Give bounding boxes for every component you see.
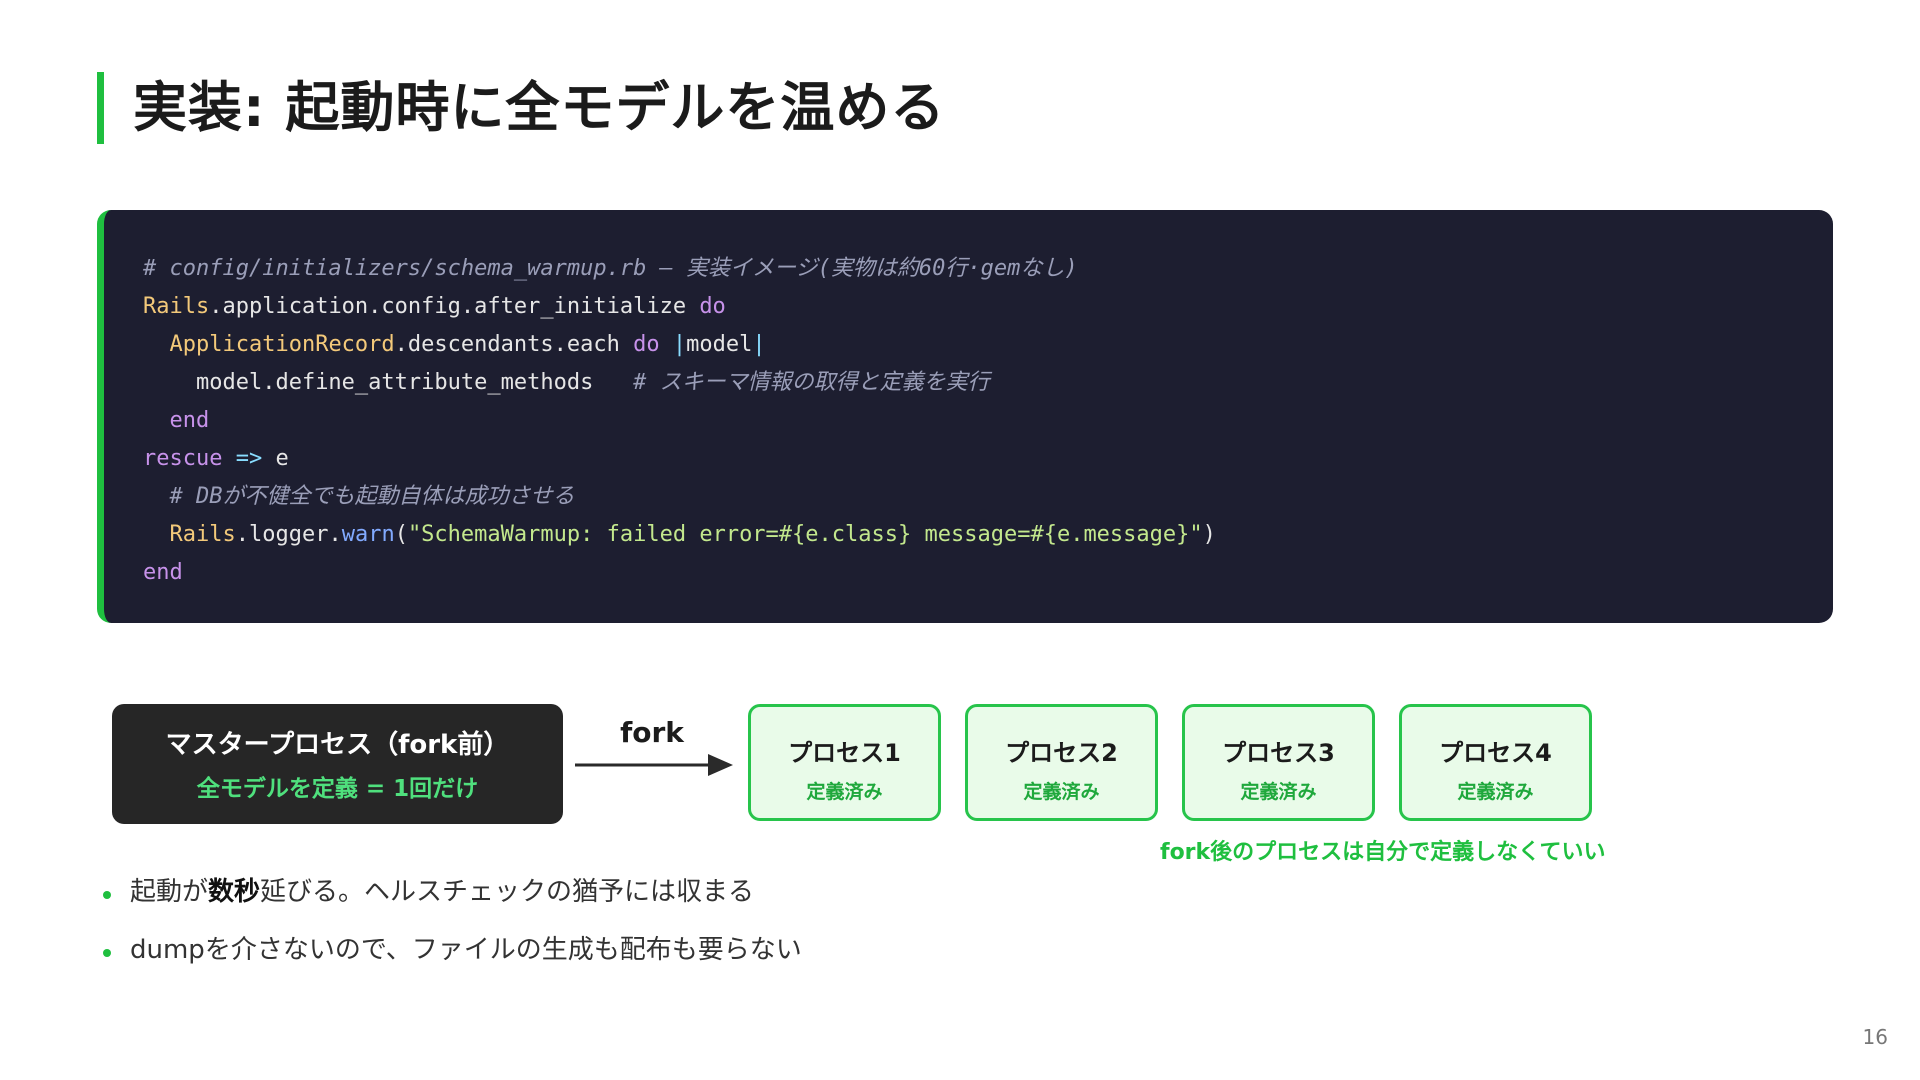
code-line-7: # DBが不健全でも起動自体は成功させる: [143, 484, 575, 509]
fork-label: fork: [620, 716, 684, 749]
bullet-list: 起動が数秒延びる。ヘルスチェックの猶予には収まる dumpを介さないので、ファイ…: [100, 870, 802, 986]
code-text: .descendants.each: [394, 332, 634, 357]
code-keyword: end: [143, 560, 183, 585]
process-box-4: プロセス4 定義済み: [1399, 704, 1592, 821]
code-keyword: do: [633, 332, 660, 357]
process-status: 定義済み: [1457, 781, 1534, 803]
code-keyword: do: [699, 294, 726, 319]
process-name: プロセス1: [788, 739, 901, 767]
code-operator: =>: [222, 446, 276, 471]
bullet-item: 起動が数秒延びる。ヘルスチェックの猶予には収まる: [100, 870, 802, 928]
code-variable: e: [275, 446, 289, 471]
code-line-6: rescue => e: [143, 446, 289, 471]
process-box-3: プロセス3 定義済み: [1182, 704, 1375, 821]
page-title: 実装: 起動時に全モデルを温める: [133, 76, 946, 139]
process-status: 定義済み: [806, 781, 883, 803]
fork-note: fork後のプロセスは自分で定義しなくていい: [1160, 840, 1606, 865]
code-line-4: model.define_attribute_methods # スキーマ情報の…: [143, 370, 990, 395]
code-constant: ApplicationRecord: [169, 332, 395, 357]
code-constant: Rails: [169, 522, 236, 547]
master-process-subtitle: 全モデルを定義 = 1回だけ: [196, 776, 479, 802]
code-line-2: Rails.application.config.after_initializ…: [143, 294, 726, 319]
process-name: プロセス4: [1439, 739, 1552, 767]
process-name: プロセス2: [1005, 739, 1118, 767]
process-box-1: プロセス1 定義済み: [748, 704, 941, 821]
code-comment: # DBが不健全でも起動自体は成功させる: [169, 484, 575, 509]
bullet-text: 延びる。ヘルスチェックの猶予には収まる: [260, 877, 755, 907]
page-number: 16: [1862, 1025, 1888, 1049]
process-name: プロセス3: [1222, 739, 1335, 767]
code-block: # config/initializers/schema_warmup.rb —…: [143, 250, 1216, 592]
code-paren: (: [394, 522, 408, 547]
title-accent-bar: [97, 72, 104, 144]
code-line-8: Rails.logger.warn("SchemaWarmup: failed …: [143, 522, 1216, 547]
code-keyword: end: [169, 408, 210, 433]
bullet-emphasis: 数秒: [208, 877, 261, 907]
code-line-1: # config/initializers/schema_warmup.rb —…: [143, 256, 1078, 281]
code-line-9: end: [143, 560, 183, 585]
process-status: 定義済み: [1240, 781, 1317, 803]
code-line-3: ApplicationRecord.descendants.each do |m…: [143, 332, 766, 357]
fork-arrow-icon: [575, 754, 733, 776]
code-pipe: |: [659, 332, 687, 357]
bullet-text: 起動が: [130, 877, 209, 907]
code-string: "SchemaWarmup: failed error=#{e.class} m…: [407, 522, 1203, 547]
process-box-2: プロセス2 定義済み: [965, 704, 1158, 821]
code-keyword: rescue: [143, 446, 223, 471]
code-pipe: |: [752, 332, 766, 357]
code-comment: # config/initializers/schema_warmup.rb —…: [143, 256, 1078, 281]
code-text: .logger.: [235, 522, 342, 547]
master-process-box: マスタープロセス（fork前） 全モデルを定義 = 1回だけ: [112, 704, 563, 824]
code-param: model: [686, 332, 753, 357]
code-text: .application.config.after_initialize: [209, 294, 700, 319]
code-comment: # スキーマ情報の取得と定義を実行: [633, 370, 990, 395]
code-text: model.define_attribute_methods: [195, 370, 634, 395]
bullet-item: dumpを介さないので、ファイルの生成も配布も要らない: [100, 928, 802, 986]
code-function: warn: [341, 522, 395, 547]
code-constant: Rails: [143, 294, 210, 319]
master-process-title: マスタープロセス（fork前）: [165, 730, 510, 760]
bullet-text: dumpを介さないので、ファイルの生成も配布も要らない: [130, 935, 802, 965]
code-card: # config/initializers/schema_warmup.rb —…: [97, 210, 1833, 623]
code-line-5: end: [143, 408, 210, 433]
code-paren: ): [1202, 522, 1216, 547]
process-status: 定義済み: [1023, 781, 1100, 803]
